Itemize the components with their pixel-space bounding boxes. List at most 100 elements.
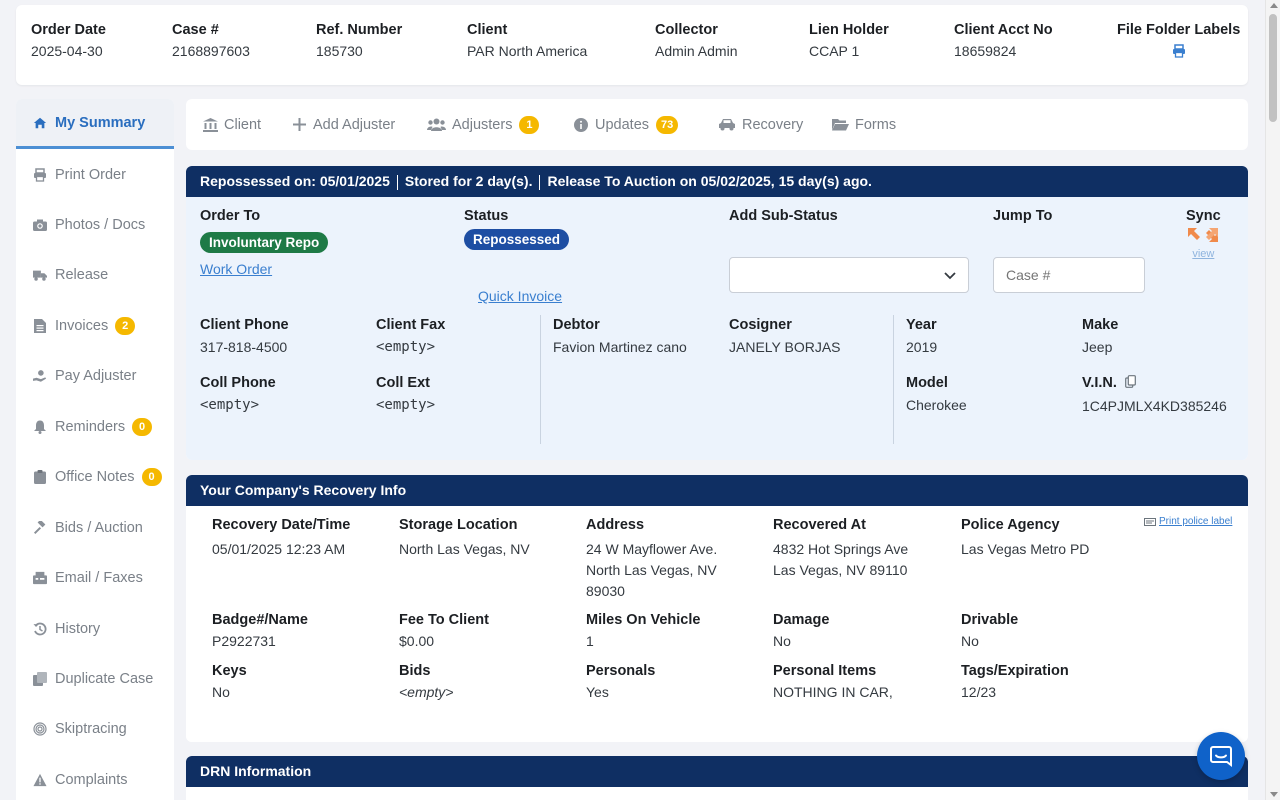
recovery-info-body: Print police label Recovery Date/Time 05… xyxy=(186,506,1248,742)
sub-status-select[interactable] xyxy=(729,257,969,293)
cosigner: Cosigner JANELY BORJAS xyxy=(729,317,841,355)
sidebar-item-complaints[interactable]: Complaints xyxy=(16,755,174,800)
tab-forms[interactable]: Forms xyxy=(831,99,896,150)
tab-client[interactable]: Client xyxy=(202,99,261,150)
sidebar-item-my-summary[interactable]: My Summary xyxy=(16,99,174,149)
fingerprint-icon xyxy=(33,722,47,736)
badge-name-label: Badge#/Name xyxy=(212,612,308,628)
repo-status-body: Order To Involuntary Repo Work Order Sta… xyxy=(186,197,1248,460)
order-date: Order Date 2025-04-30 xyxy=(31,22,106,59)
tab-adjusters[interactable]: Adjusters 1 xyxy=(426,99,540,150)
recovered-at-value: 4832 Hot Springs Ave Las Vegas, NV 89110 xyxy=(773,539,908,581)
sidebar-item-history[interactable]: History xyxy=(16,604,174,654)
tab-add-adjuster[interactable]: Add Adjuster xyxy=(291,99,395,150)
damage-value: No xyxy=(773,633,791,649)
recovered-at-label: Recovered At xyxy=(773,517,866,533)
address-line-1: 24 W Mayflower Ave. xyxy=(586,541,718,557)
year-label: Year xyxy=(906,317,937,333)
header-divider xyxy=(396,174,398,190)
quick-invoice-link[interactable]: Quick Invoice xyxy=(478,288,562,304)
keys-label: Keys xyxy=(212,663,247,679)
sidebar-item-label: Photos / Docs xyxy=(55,217,146,233)
storage-location-value: North Las Vegas, NV xyxy=(399,541,530,557)
drn-info-title: DRN Information xyxy=(186,756,1248,787)
recovery-datetime: Recovery Date/Time 05/01/2025 12:23 AM xyxy=(212,517,350,560)
collector-label: Collector xyxy=(655,22,718,38)
tab-label: Add Adjuster xyxy=(313,116,396,133)
status-badge[interactable]: Repossessed xyxy=(464,229,570,250)
sidebar-item-email-faxes[interactable]: Email / Faxes xyxy=(16,553,174,603)
sidebar-item-photos-docs[interactable]: Photos / Docs xyxy=(16,200,174,250)
page-scrollbar[interactable] xyxy=(1265,0,1280,800)
stored-for-text: Stored for 2 day(s). xyxy=(404,173,533,189)
recovery-datetime-label: Recovery Date/Time xyxy=(212,517,351,533)
sidebar-item-reminders[interactable]: Reminders 0 xyxy=(16,402,174,452)
info-icon xyxy=(573,117,589,132)
collector: Collector Admin Admin xyxy=(655,22,737,59)
sidebar-item-label: My Summary xyxy=(55,114,146,131)
coll-ext-value: <empty> xyxy=(376,397,436,413)
sidebar-item-bids-auction[interactable]: Bids / Auction xyxy=(16,503,174,553)
client-acct-value: 18659824 xyxy=(954,43,1017,59)
sync-arrows-icon[interactable] xyxy=(1187,226,1219,244)
address-line-3: 89030 xyxy=(586,583,625,599)
sidebar-item-label: Reminders xyxy=(55,419,126,435)
scrollbar-thumb[interactable] xyxy=(1269,14,1277,122)
coll-phone-label: Coll Phone xyxy=(200,375,276,391)
sub-status-label: Add Sub-Status xyxy=(729,208,838,224)
sidebar-item-release[interactable]: Release xyxy=(16,250,174,300)
sidebar-item-duplicate-case[interactable]: Duplicate Case xyxy=(16,654,174,704)
tab-recovery[interactable]: Recovery xyxy=(717,99,803,150)
bank-icon xyxy=(202,117,218,132)
scroll-down-arrow[interactable] xyxy=(1270,792,1278,797)
client-value: PAR North America xyxy=(467,43,588,59)
users-icon xyxy=(426,118,446,132)
tab-label: Client xyxy=(224,116,262,133)
fax-icon xyxy=(33,571,47,585)
case-number-label: Case # xyxy=(172,22,219,38)
badge-name: Badge#/Name P2922731 xyxy=(212,612,308,652)
chat-launcher-button[interactable] xyxy=(1197,732,1245,780)
client-phone-label: Client Phone xyxy=(200,317,289,333)
case-header: Order Date 2025-04-30 Case # 2168897603 … xyxy=(16,5,1248,85)
copy-icon[interactable] xyxy=(1125,375,1136,388)
header-divider xyxy=(539,174,541,190)
sidebar-item-print-order[interactable]: Print Order xyxy=(16,150,174,200)
damage: Damage No xyxy=(773,612,829,652)
work-order-link[interactable]: Work Order xyxy=(200,261,272,277)
sidebar-item-invoices[interactable]: Invoices 2 xyxy=(16,301,174,351)
storage-location: Storage Location North Las Vegas, NV xyxy=(399,517,530,560)
coll-phone-value: <empty> xyxy=(200,397,260,413)
coll-ext: Coll Ext <empty> xyxy=(376,375,435,413)
client-fax-value: <empty> xyxy=(376,339,436,355)
vin-value: 1C4PJMLX4KD385246 xyxy=(1082,398,1227,414)
storage-location-label: Storage Location xyxy=(399,517,518,533)
address-value: 24 W Mayflower Ave. North Las Vegas, NV … xyxy=(586,539,717,602)
sidebar-item-pay-adjuster[interactable]: Pay Adjuster xyxy=(16,351,174,401)
sidebar-item-skiptracing[interactable]: Skiptracing xyxy=(16,704,174,754)
bids: Bids <empty> xyxy=(399,663,453,703)
print-icon[interactable] xyxy=(1172,44,1186,58)
vin: V.I.N. 1C4PJMLX4KD385246 xyxy=(1082,375,1227,414)
address-label: Address xyxy=(586,517,645,533)
lien-holder-value: CCAP 1 xyxy=(809,43,860,59)
bids-value: <empty> xyxy=(399,684,454,700)
miles-on-vehicle-value: 1 xyxy=(586,633,594,649)
repo-status-header: Repossessed on: 05/01/2025 Stored for 2 d… xyxy=(186,166,1248,197)
jump-to-input[interactable] xyxy=(993,257,1145,293)
miles-on-vehicle-label: Miles On Vehicle xyxy=(586,612,701,628)
police-agency-value: Las Vegas Metro PD xyxy=(961,541,1090,557)
sidebar-item-label: Email / Faxes xyxy=(55,570,143,586)
scroll-up-arrow[interactable] xyxy=(1270,3,1278,8)
status-label: Status xyxy=(464,208,509,224)
recovered-at: Recovered At 4832 Hot Springs Ave Las Ve… xyxy=(773,517,908,581)
tab-updates[interactable]: Updates 73 xyxy=(573,99,679,150)
model: Model Cherokee xyxy=(906,375,967,413)
plus-icon xyxy=(291,118,307,132)
drivable-label: Drivable xyxy=(961,612,1019,628)
sidebar-item-office-notes[interactable]: Office Notes 0 xyxy=(16,452,174,502)
sync-view-link[interactable]: view xyxy=(1192,248,1214,260)
print-police-label-link[interactable]: Print police label xyxy=(1144,516,1232,527)
clipboard-icon xyxy=(33,470,47,484)
label-icon xyxy=(1144,517,1156,526)
